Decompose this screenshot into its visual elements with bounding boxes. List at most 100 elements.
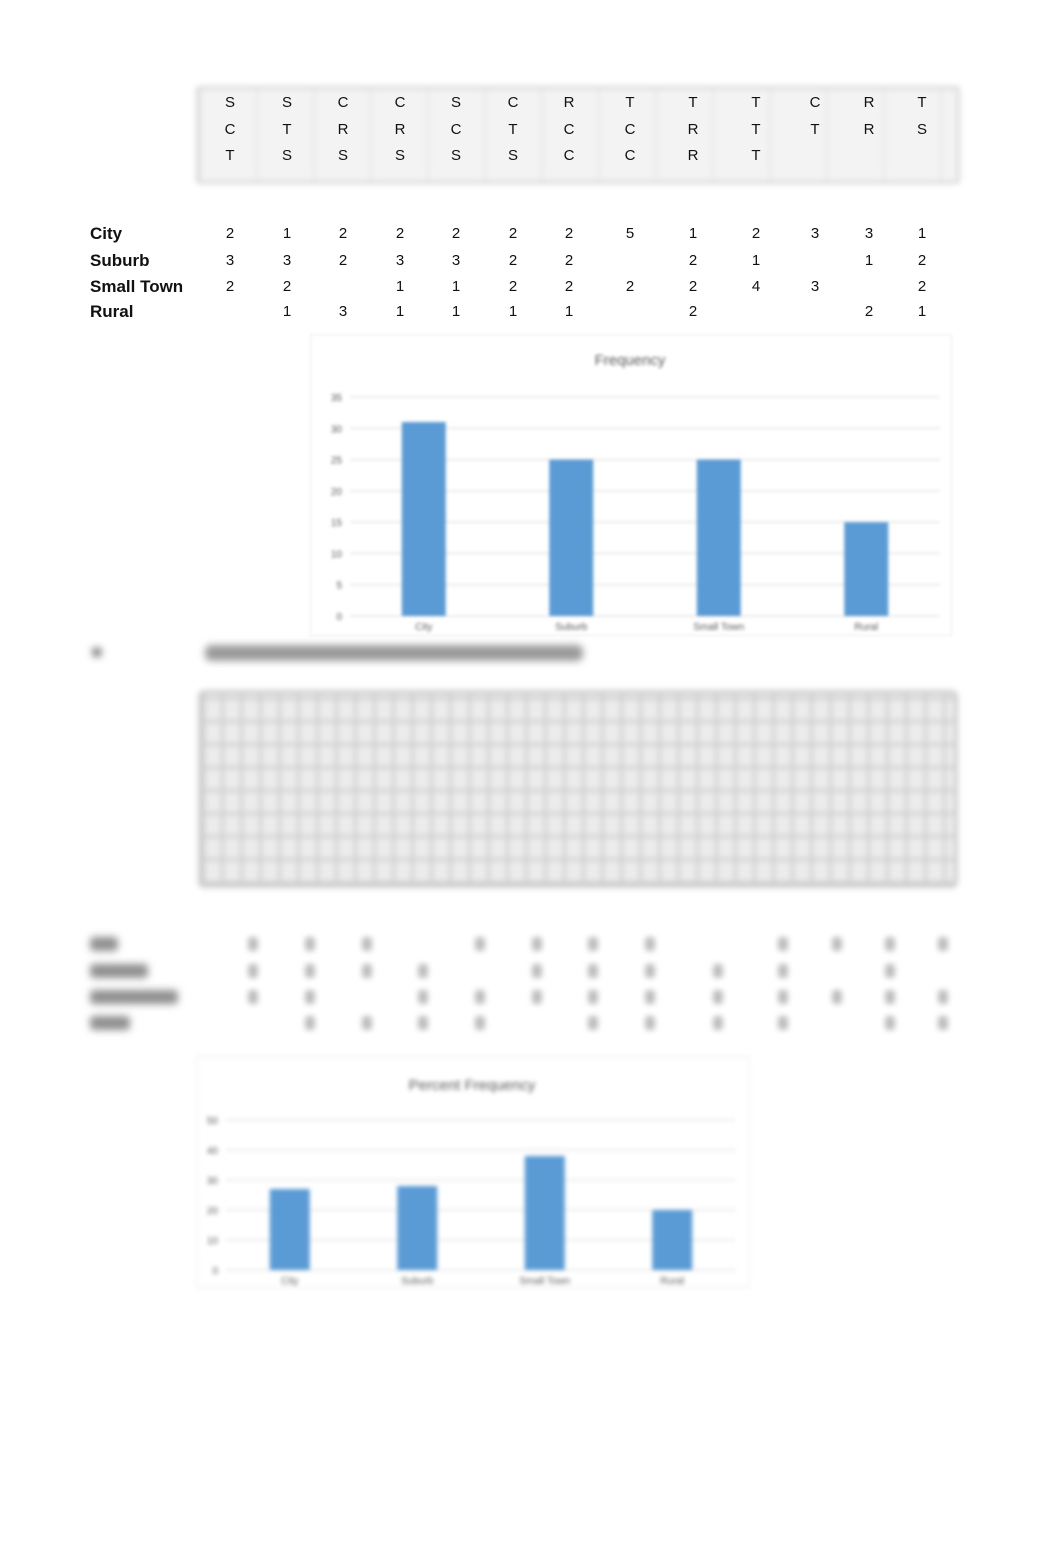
count-cell: 3	[282, 252, 292, 269]
x-tick-label: Small Town	[693, 622, 744, 633]
x-tick-label: Small Town	[519, 1276, 570, 1287]
row-label: Small Town	[90, 277, 184, 296]
letter-cell: R	[863, 121, 875, 138]
blurred-row-label	[90, 990, 178, 1004]
count-cell: 3	[225, 252, 235, 269]
y-tick-label: 20	[207, 1206, 219, 1217]
blurred-count-cell	[475, 937, 485, 951]
blurred-count-cell	[778, 990, 788, 1004]
blurred-count-cell	[938, 937, 948, 951]
y-tick-label: 5	[336, 581, 342, 592]
count-cell: 2	[688, 278, 698, 295]
blurred-count-cell	[248, 964, 258, 978]
count-cell: 2	[225, 278, 235, 295]
y-tick-label: 10	[207, 1236, 219, 1247]
count-cell: 2	[338, 252, 348, 269]
count-cell: 1	[282, 225, 292, 242]
count-cell: 3	[810, 278, 820, 295]
blurred-count-cell	[418, 990, 428, 1004]
blurred-response-grid	[198, 690, 958, 888]
blurred-count-cell	[885, 1016, 895, 1030]
letter-cell: S	[916, 121, 927, 138]
y-tick-label: 50	[207, 1116, 219, 1127]
y-tick-label: 0	[336, 612, 342, 623]
bar	[696, 459, 741, 616]
y-tick-label: 35	[331, 393, 343, 404]
y-tick-label: 15	[331, 518, 343, 529]
blurred-count-cell	[418, 964, 428, 978]
count-cell: 2	[225, 225, 235, 242]
blurred-count-cell	[645, 1016, 655, 1030]
letter-cell: C	[394, 94, 406, 111]
letter-cell: C	[563, 147, 575, 164]
row-label: Rural	[90, 302, 134, 321]
blurred-count-cell	[362, 1016, 372, 1030]
bar	[549, 459, 594, 616]
bar	[844, 522, 889, 616]
y-tick-label: 0	[212, 1266, 218, 1277]
letter-cell: C	[563, 121, 575, 138]
bar	[397, 1186, 438, 1270]
letter-cell: R	[394, 121, 406, 138]
y-tick-label: 30	[331, 424, 343, 435]
letter-cell: T	[751, 94, 761, 111]
chart-title: Frequency	[595, 352, 666, 369]
blurred-count-cell	[713, 1016, 723, 1030]
question-number: ■	[92, 644, 102, 661]
count-cell: 3	[810, 225, 820, 242]
blurred-count-cell	[248, 990, 258, 1004]
count-cell: 2	[688, 252, 698, 269]
blurred-count-cell	[305, 964, 315, 978]
letter-cell: S	[281, 94, 292, 111]
count-cell: 1	[395, 303, 405, 320]
letter-cell: S	[450, 147, 461, 164]
count-cell: 1	[564, 303, 574, 320]
letter-cell: S	[281, 147, 292, 164]
blurred-count-cell	[305, 937, 315, 951]
blurred-count-cell	[885, 937, 895, 951]
blurred-count-cell	[532, 937, 542, 951]
letter-cell: C	[809, 94, 821, 111]
count-cell: 2	[282, 278, 292, 295]
count-cell: 3	[395, 252, 405, 269]
count-cell: 2	[508, 278, 518, 295]
y-tick-label: 30	[207, 1176, 219, 1187]
blurred-count-cell	[778, 964, 788, 978]
count-cell: 1	[282, 303, 292, 320]
chart-title: Percent Frequency	[409, 1077, 536, 1094]
x-tick-label: City	[281, 1276, 298, 1287]
count-cell: 2	[625, 278, 635, 295]
count-cell: 2	[917, 252, 927, 269]
count-cell: 2	[564, 278, 574, 295]
count-cell: 1	[917, 225, 927, 242]
blurred-count-cell	[475, 990, 485, 1004]
row-label: Suburb	[90, 251, 150, 270]
letter-cell: T	[688, 94, 698, 111]
bar	[652, 1210, 693, 1270]
letter-cell: S	[394, 147, 405, 164]
count-cell: 2	[508, 225, 518, 242]
percent-frequency-chart: Percent Frequency 0 10 20 30 40 50 City Suburb Sm…	[207, 1077, 736, 1287]
letter-cell: R	[337, 121, 349, 138]
letter-cell: R	[863, 94, 875, 111]
count-cell: 4	[751, 278, 761, 295]
count-cell: 2	[688, 303, 698, 320]
row-label: City	[90, 224, 123, 243]
blurred-count-cell	[645, 964, 655, 978]
letter-cell: T	[225, 147, 235, 164]
count-cell: 1	[688, 225, 698, 242]
letter-cell: R	[687, 147, 699, 164]
blurred-count-cell	[588, 964, 598, 978]
count-cell: 1	[508, 303, 518, 320]
blurred-count-cell	[362, 964, 372, 978]
count-cell: 1	[451, 303, 461, 320]
blurred-count-cell	[885, 990, 895, 1004]
blurred-count-cell	[885, 964, 895, 978]
blurred-count-cell	[475, 1016, 485, 1030]
count-cell: 1	[751, 252, 761, 269]
count-cell: 2	[864, 303, 874, 320]
blurred-count-cell	[362, 937, 372, 951]
blurred-count-cell	[938, 990, 948, 1004]
letter-cell: R	[563, 94, 575, 111]
blurred-count-cell	[938, 1016, 948, 1030]
